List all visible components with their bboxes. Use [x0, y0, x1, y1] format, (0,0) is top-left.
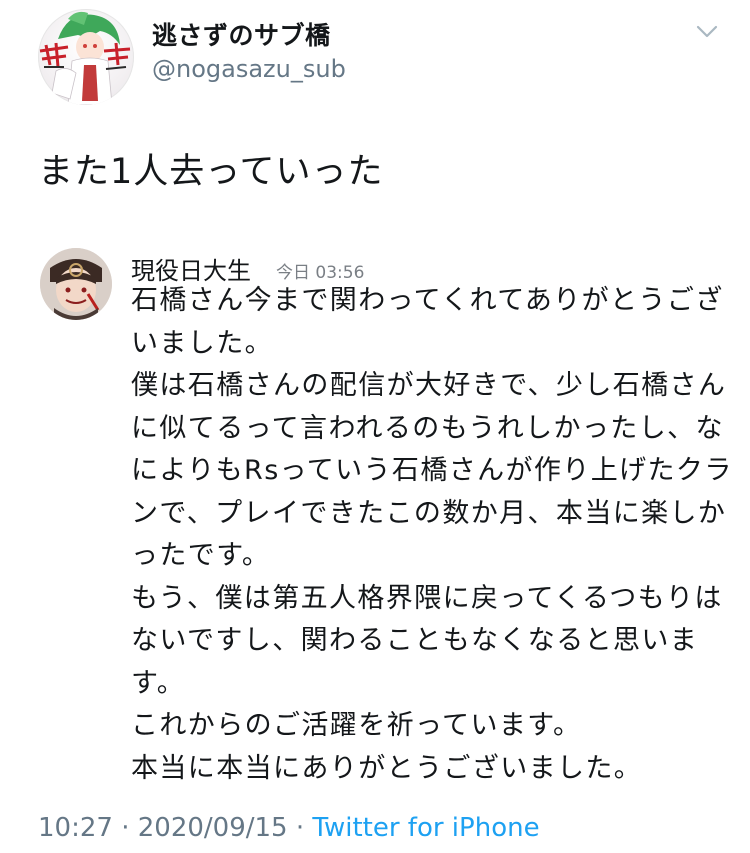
separator: · — [112, 813, 138, 843]
message-line: 石橋さん今まで関わってくれてありがとうござ — [131, 285, 724, 316]
embedded-avatar — [40, 248, 112, 320]
display-name[interactable]: 逃さずのサブ橋 — [152, 16, 331, 52]
message-line: 僕は石橋さんの配信が大好きで、少し石橋さん — [131, 370, 727, 401]
message-line: ないですし、関わることもなくなると思いま — [131, 625, 699, 656]
message-line: す。 — [131, 667, 186, 699]
user-avatar[interactable] — [38, 9, 134, 105]
message-line: に似てるって言われるのもうれしかったし、な — [131, 412, 724, 444]
chevron-down-icon[interactable] — [694, 22, 720, 42]
source-link[interactable]: Twitter for iPhone — [312, 813, 539, 843]
tweet-footer: 10:27 · 2020/09/15 · Twitter for iPhone — [38, 813, 540, 843]
message-line: これからのご活躍を祈っています。 — [131, 710, 582, 741]
user-handle[interactable]: @nogasazu_sub — [152, 55, 346, 83]
embedded-message: 石橋さん今まで関わってくれてありがとうござ いました。 僕は石橋さんの配信が大好… — [131, 280, 731, 790]
message-line: ンで、プレイできたこの数か月、本当に楽しか — [131, 497, 727, 529]
message-line: もう、僕は第五人格界隈に戻ってくるつもりは — [131, 582, 723, 614]
message-line: いました。 — [131, 327, 273, 359]
message-line: 本当に本当にありがとうございました。 — [131, 752, 643, 784]
tweet-text: また1人去っていった — [38, 152, 384, 192]
message-line: ったです。 — [131, 540, 271, 571]
separator: · — [287, 813, 313, 843]
tweet-time: 10:27 — [38, 813, 113, 843]
tweet-date: 2020/09/15 — [137, 813, 288, 843]
tweet: 逃さずのサブ橋 @nogasazu_sub また1人去っていった 現役日大生 今… — [0, 0, 750, 853]
message-line: によりもRsっていう石橋さんが作り上げたクラ — [131, 455, 733, 486]
embedded-screenshot: 現役日大生 今日 03:56 石橋さん今まで関わってくれてありがとうござ いまし… — [0, 236, 750, 784]
